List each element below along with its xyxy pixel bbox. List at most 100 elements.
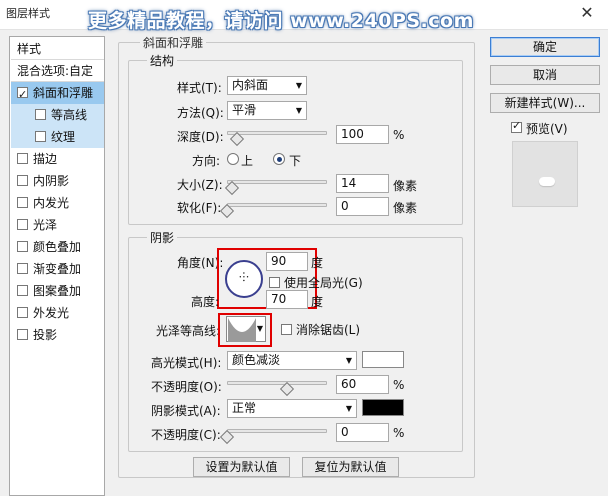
direction-down-label: 下 [289,154,302,168]
method-label: 方法(Q): [177,106,224,120]
contour-preview-icon [228,318,256,342]
highlight-opacity-track[interactable] [227,381,327,385]
style-select[interactable]: 内斜面 ▼ [227,76,307,95]
gloss-contour-picker[interactable]: ▼ [226,316,266,342]
size-slider-track[interactable] [227,180,327,184]
style-item-label: 纹理 [51,130,76,144]
checkbox-box [511,119,522,133]
style-list-item[interactable]: 外发光 [11,302,104,324]
style-item-checkbox[interactable] [17,84,28,106]
depth-label: 深度(D): [177,130,224,144]
altitude-label: 高度: [191,295,220,309]
direction-down-radio[interactable] [273,153,285,165]
style-item-label: 样式 [17,42,42,56]
style-item-checkbox[interactable] [35,109,46,120]
shadow-opacity-input[interactable]: 0 [336,423,389,442]
style-list-item[interactable]: 颜色叠加 [11,236,104,258]
anti-alias-label: 消除锯齿(L) [296,323,361,337]
style-item-checkbox[interactable] [17,241,28,252]
style-item-label: 颜色叠加 [33,240,82,254]
style-item-checkbox[interactable] [17,263,28,274]
highlight-opacity-label: 不透明度(O): [151,380,222,394]
style-list-item[interactable]: 内阴影 [11,170,104,192]
angle-dial[interactable]: ⸭ [225,260,263,298]
soften-slider-track[interactable] [227,203,327,207]
global-light-checkbox[interactable] [269,276,285,289]
style-item-label: 等高线 [51,108,88,122]
depth-unit: % [393,128,405,142]
style-select-value: 内斜面 [232,78,269,92]
style-list-item[interactable]: 光泽 [11,214,104,236]
preview-checkbox[interactable] [511,119,527,134]
style-item-checkbox[interactable] [17,329,28,340]
altitude-input[interactable]: 70 [266,290,308,309]
style-list-item[interactable]: 样式 [11,38,104,60]
shadow-mode-select[interactable]: 正常 ▼ [227,399,357,418]
style-item-checkbox[interactable] [17,285,28,296]
anti-alias-checkbox[interactable] [281,323,297,336]
style-item-label: 斜面和浮雕 [33,86,94,100]
reset-default-button[interactable]: 复位为默认值 [302,457,399,477]
soften-input[interactable]: 0 [336,197,389,216]
chevron-down-icon: ▼ [345,404,352,413]
dial-center-icon: ⸭ [239,270,249,284]
style-item-checkbox[interactable] [35,131,46,142]
chevron-down-icon: ▼ [295,106,302,115]
checkbox-box [281,323,292,335]
style-item-checkbox[interactable] [17,153,28,164]
style-item-checkbox[interactable] [17,175,28,186]
style-list-panel: 样式混合选项:自定斜面和浮雕等高线纹理描边内阴影内发光光泽颜色叠加渐变叠加图案叠… [9,36,105,496]
style-list-item[interactable]: 渐变叠加 [11,258,104,280]
highlight-mode-label: 高光模式(H): [151,356,222,370]
chevron-down-icon: ▼ [295,81,302,90]
style-list-item[interactable]: 斜面和浮雕 [11,82,104,106]
size-input[interactable]: 14 [336,174,389,193]
checkbox-box [269,276,280,288]
method-select[interactable]: 平滑 ▼ [227,101,307,120]
global-light-label: 使用全局光(G) [284,276,363,290]
direction-label: 方向: [192,154,221,168]
angle-unit: 度 [311,256,324,270]
style-item-checkbox[interactable] [17,307,28,318]
style-list-item[interactable]: 描边 [11,148,104,170]
style-item-label: 光泽 [33,218,58,232]
soften-label: 软化(F): [177,201,222,215]
style-list-item[interactable]: 纹理 [11,126,104,148]
make-default-button[interactable]: 设置为默认值 [193,457,290,477]
altitude-unit: 度 [311,295,324,309]
depth-input[interactable]: 100 [336,125,389,144]
angle-input[interactable]: 90 [266,252,308,271]
style-list-item[interactable]: 混合选项:自定 [11,60,104,82]
style-item-label: 内发光 [33,196,70,210]
style-item-label: 描边 [33,152,58,166]
cancel-button[interactable]: 取消 [490,65,600,85]
style-item-label: 混合选项:自定 [17,64,94,78]
style-item-label: 图案叠加 [33,284,82,298]
shadow-color-swatch[interactable] [362,399,404,416]
highlight-color-swatch[interactable] [362,351,404,368]
depth-slider-track[interactable] [227,131,327,135]
shadow-opacity-unit: % [393,426,405,440]
highlight-opacity-unit: % [393,378,405,392]
watermark-text: 更多精品教程，请访问 www.240PS.com [88,10,474,32]
shadow-opacity-track[interactable] [227,429,327,433]
highlight-mode-select[interactable]: 颜色减淡 ▼ [227,351,357,370]
new-style-button[interactable]: 新建样式(W)... [490,93,600,113]
style-list-item[interactable]: 图案叠加 [11,280,104,302]
gloss-contour-label: 光泽等高线: [156,324,221,338]
highlight-opacity-input[interactable]: 60 [336,375,389,394]
direction-up-radio[interactable] [227,153,239,165]
style-item-checkbox[interactable] [17,197,28,208]
style-item-label: 外发光 [33,306,70,320]
close-button[interactable]: ✕ [576,4,598,22]
style-item-checkbox[interactable] [17,219,28,230]
style-list-item[interactable]: 投影 [11,324,104,346]
ok-button[interactable]: 确定 [490,37,600,57]
preview-thumbnail [512,141,578,207]
style-list-item[interactable]: 等高线 [11,104,104,126]
style-list-item[interactable]: 内发光 [11,192,104,214]
structure-title: 结构 [147,52,178,69]
method-select-value: 平滑 [232,103,257,117]
window-title: 图层样式 [6,7,50,20]
shadow-mode-value: 正常 [232,401,257,415]
